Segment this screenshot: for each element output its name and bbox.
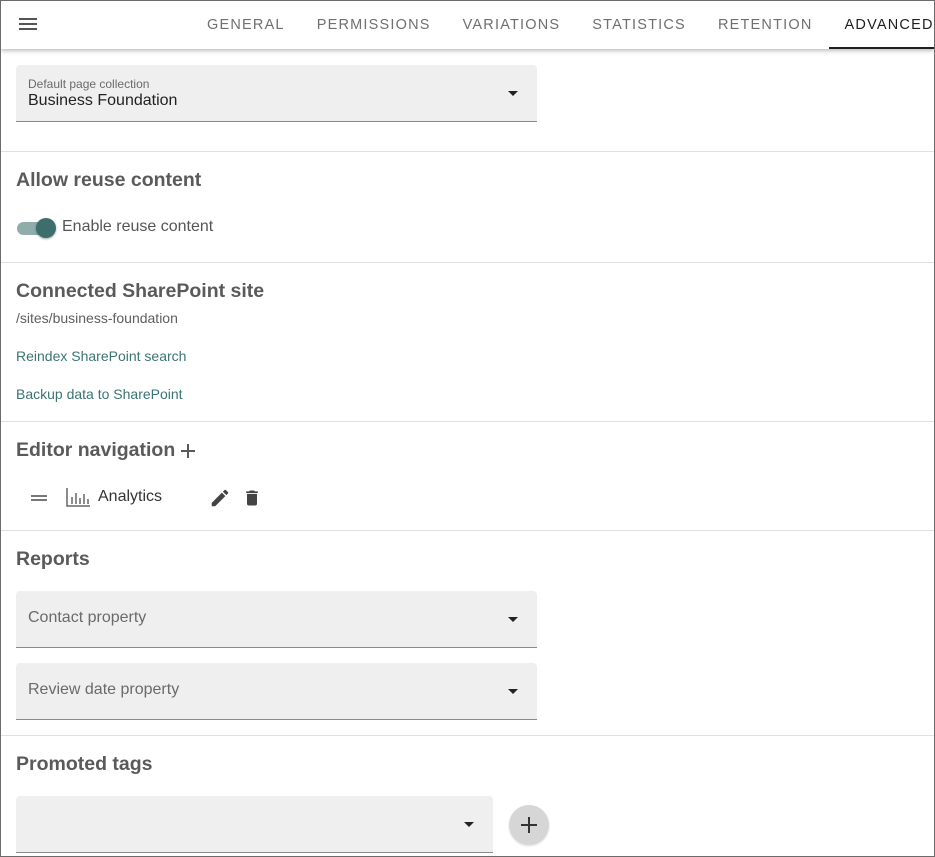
enable-reuse-label: Enable reuse content [62, 218, 214, 235]
dropdown-arrow-icon [508, 91, 518, 96]
sharepoint-site-path: /sites/business-foundation [16, 310, 178, 326]
edit-pencil-icon[interactable] [209, 487, 231, 509]
section-divider [1, 151, 934, 152]
section-divider [1, 530, 934, 531]
default-page-collection-value: Business Foundation [28, 92, 178, 109]
tab-advanced[interactable]: ADVANCED [828, 1, 934, 49]
reports-heading: Reports [16, 548, 90, 570]
default-page-collection-label: Default page collection [28, 77, 150, 91]
tab-general[interactable]: GENERAL [191, 1, 301, 49]
tab-retention[interactable]: RETENTION [702, 1, 829, 49]
promoted-tags-select[interactable] [16, 796, 493, 853]
editor-navigation-heading: Editor navigation [16, 439, 176, 461]
drag-handle-icon[interactable] [31, 495, 47, 501]
plus-icon [521, 817, 537, 833]
settings-tabs: GENERAL PERMISSIONS VARIATIONS STATISTIC… [191, 1, 934, 49]
section-divider [1, 421, 934, 422]
review-date-property-placeholder: Review date property [28, 681, 180, 698]
tab-statistics[interactable]: STATISTICS [576, 1, 702, 49]
top-app-bar: GENERAL PERMISSIONS VARIATIONS STATISTIC… [1, 1, 934, 49]
section-divider [1, 735, 934, 736]
tab-permissions[interactable]: PERMISSIONS [301, 1, 447, 49]
tab-variations[interactable]: VARIATIONS [447, 1, 577, 49]
nav-item-analytics-label: Analytics [98, 488, 163, 505]
reindex-sharepoint-link[interactable]: Reindex SharePoint search [16, 348, 186, 364]
bar-chart-icon [66, 488, 90, 507]
dropdown-arrow-icon [464, 822, 474, 827]
default-page-collection-select[interactable]: Default page collection Business Foundat… [16, 65, 537, 122]
review-date-property-select[interactable]: Review date property [16, 663, 537, 720]
toggle-thumb [36, 218, 56, 238]
dropdown-arrow-icon [508, 689, 518, 694]
dropdown-arrow-icon [508, 617, 518, 622]
contact-property-placeholder: Contact property [28, 609, 147, 626]
app-window: GENERAL PERMISSIONS VARIATIONS STATISTIC… [0, 0, 935, 857]
contact-property-select[interactable]: Contact property [16, 591, 537, 648]
promoted-tags-heading: Promoted tags [16, 753, 153, 775]
backup-sharepoint-link[interactable]: Backup data to SharePoint [16, 386, 183, 402]
reuse-content-heading: Allow reuse content [16, 169, 202, 191]
enable-reuse-toggle[interactable] [17, 217, 57, 239]
hamburger-menu-icon[interactable] [17, 15, 39, 35]
delete-trash-icon[interactable] [242, 487, 262, 509]
section-divider [1, 262, 934, 263]
sharepoint-heading: Connected SharePoint site [16, 280, 265, 302]
add-navigation-plus-icon[interactable] [179, 442, 197, 460]
add-promoted-tag-button[interactable] [509, 805, 549, 845]
